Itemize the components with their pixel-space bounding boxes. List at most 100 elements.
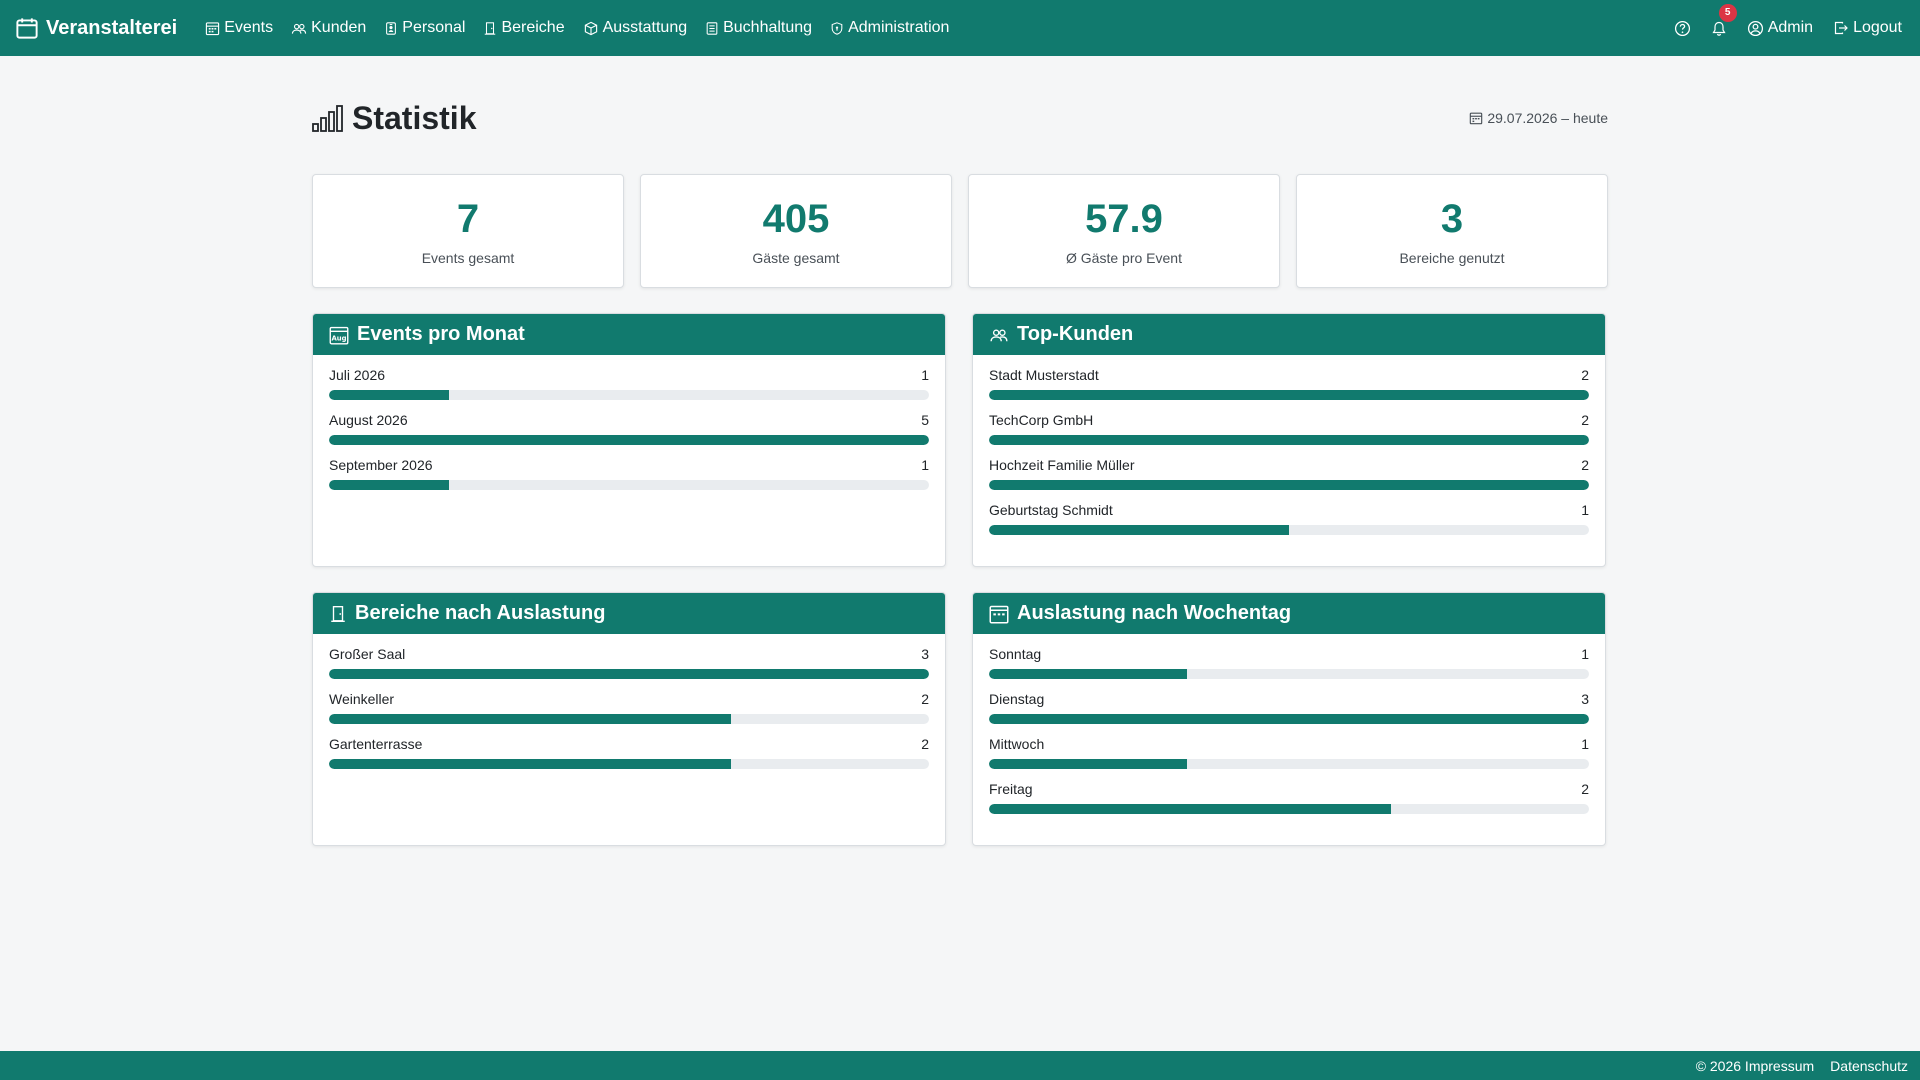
nav-item-ausstattung[interactable]: Ausstattung <box>581 15 690 41</box>
stat-card-guests: 405 Gäste gesamt <box>640 174 952 288</box>
date-range: 29.07.2026 – heute <box>1469 110 1608 126</box>
stat-cards: 7 Events gesamt 405 Gäste gesamt 57.9 Ø … <box>312 174 1608 288</box>
bar-value: 1 <box>921 367 929 383</box>
logout-link[interactable]: Logout <box>1831 15 1904 41</box>
bar-list: Großer Saal 3 Weinkeller 2 Gartenterrasse 2 <box>313 634 945 769</box>
nav-item-buchhaltung[interactable]: Buchhaltung <box>703 15 814 41</box>
svg-text:Aug: Aug <box>331 334 346 342</box>
door-icon <box>483 21 497 36</box>
progress-track <box>329 390 929 400</box>
page-title-text: Statistik <box>352 99 477 136</box>
ledger-icon <box>705 21 719 36</box>
bar-value: 2 <box>1581 781 1589 797</box>
bar-value: 2 <box>921 736 929 752</box>
bar-label: Juli 2026 <box>329 367 386 383</box>
nav-item-events[interactable]: Events <box>203 15 275 41</box>
bar-item: Dienstag 3 <box>989 689 1589 724</box>
panel-areas-by-usage: Bereiche nach Auslastung Großer Saal 3 Wei… <box>312 592 946 846</box>
people-icon <box>989 326 1009 344</box>
nav-item-kunden[interactable]: Kunden <box>289 15 368 41</box>
progress-track <box>989 525 1589 535</box>
progress-fill <box>329 390 449 400</box>
bar-item: Geburtstag Schmidt 1 <box>989 500 1589 535</box>
user-circle-icon <box>1747 20 1764 37</box>
progress-track <box>329 759 929 769</box>
progress-fill <box>989 435 1589 445</box>
bar-value: 3 <box>921 646 929 662</box>
progress-track <box>329 435 929 445</box>
stat-value: 3 <box>1440 197 1464 241</box>
bar-label-row: Mittwoch 1 <box>989 734 1589 755</box>
stat-label: Bereiche genutzt <box>1399 250 1505 266</box>
panel-title: Events pro Monat <box>357 323 525 345</box>
stat-value: 57.9 <box>1085 197 1163 241</box>
progress-fill <box>329 480 449 490</box>
brand-name: Veranstalterei <box>46 16 178 39</box>
page-title: Statistik <box>312 100 476 137</box>
panel-events-per-month: Aug Events pro Monat Juli 2026 1 August 20… <box>312 313 946 567</box>
progress-fill <box>989 669 1187 679</box>
bar-label-row: Großer Saal 3 <box>329 644 929 665</box>
bar-label-row: Dienstag 3 <box>989 689 1589 710</box>
nav-item-personal[interactable]: Personal <box>382 15 467 41</box>
help-button[interactable] <box>1672 16 1693 41</box>
panel-title: Top-Kunden <box>1017 323 1134 345</box>
panel-grid: Aug Events pro Monat Juli 2026 1 August 20… <box>312 313 1608 846</box>
bar-label-row: Sonntag 1 <box>989 644 1589 665</box>
progress-track <box>989 669 1589 679</box>
brand-link[interactable]: Veranstalterei <box>16 17 177 40</box>
door-icon <box>329 604 347 624</box>
bar-label: September 2026 <box>329 457 433 473</box>
nav-item-administration[interactable]: Administration <box>828 15 951 41</box>
bar-label: August 2026 <box>329 412 408 428</box>
stat-label: Gäste gesamt <box>752 250 840 266</box>
bar-value: 1 <box>1581 502 1589 518</box>
nav-item-label: Personal <box>402 19 466 36</box>
bar-label-row: Weinkeller 2 <box>329 689 929 710</box>
page-header: Statistik 29.07.2026 – heute <box>312 56 1608 174</box>
bar-label: Weinkeller <box>329 691 395 707</box>
question-circle-icon <box>1674 20 1691 37</box>
datenschutz-link[interactable]: Datenschutz <box>1830 1058 1908 1074</box>
panel-title: Auslastung nach Wochentag <box>1017 602 1292 624</box>
bar-value: 2 <box>1581 412 1589 428</box>
stat-card-areas: 3 Bereiche genutzt <box>1296 174 1608 288</box>
user-menu[interactable]: Admin <box>1745 15 1815 41</box>
progress-track <box>989 480 1589 490</box>
stat-label: Events gesamt <box>421 250 515 266</box>
bar-label-row: August 2026 5 <box>329 410 929 431</box>
bar-chart-icon <box>312 104 344 132</box>
bar-item: Großer Saal 3 <box>329 644 929 679</box>
top-navbar: Veranstalterei Events Kunden Personal Be… <box>0 0 1920 56</box>
notifications-button[interactable]: 5 <box>1709 3 1737 41</box>
progress-fill <box>989 714 1589 724</box>
stat-label: Ø Gäste pro Event <box>1066 250 1182 266</box>
footer: © 2026 Impressum Datenschutz <box>0 1051 1920 1080</box>
stat-card-avg-guests: 57.9 Ø Gäste pro Event <box>968 174 1280 288</box>
progress-track <box>989 435 1589 445</box>
progress-track <box>329 480 929 490</box>
bar-value: 2 <box>921 691 929 707</box>
progress-track <box>989 759 1589 769</box>
panel-header: Aug Events pro Monat <box>313 314 945 355</box>
calendar-grid-icon <box>205 21 220 36</box>
bar-label-row: Gartenterrasse 2 <box>329 734 929 755</box>
impressum-link[interactable]: © 2026 Impressum <box>1696 1058 1814 1074</box>
panel-header: Auslastung nach Wochentag <box>973 593 1605 634</box>
panel-top-customers: Top-Kunden Stadt Musterstadt 2 TechCorp Gm… <box>972 313 1606 567</box>
bar-label: Großer Saal <box>329 646 406 662</box>
stat-value: 7 <box>456 197 480 241</box>
nav-item-label: Ausstattung <box>602 19 688 36</box>
box-icon <box>583 21 599 36</box>
progress-fill <box>329 669 929 679</box>
bar-value: 2 <box>1581 457 1589 473</box>
person-badge-icon <box>384 21 398 36</box>
progress-fill <box>329 714 731 724</box>
logout-icon <box>1833 20 1849 36</box>
nav-item-bereiche[interactable]: Bereiche <box>481 15 566 41</box>
bar-item: Sonntag 1 <box>989 644 1589 679</box>
bar-value: 3 <box>1581 691 1589 707</box>
progress-fill <box>329 759 731 769</box>
panel-usage-by-weekday: Auslastung nach Wochentag Sonntag 1 Dienst… <box>972 592 1606 846</box>
bar-item: Weinkeller 2 <box>329 689 929 724</box>
